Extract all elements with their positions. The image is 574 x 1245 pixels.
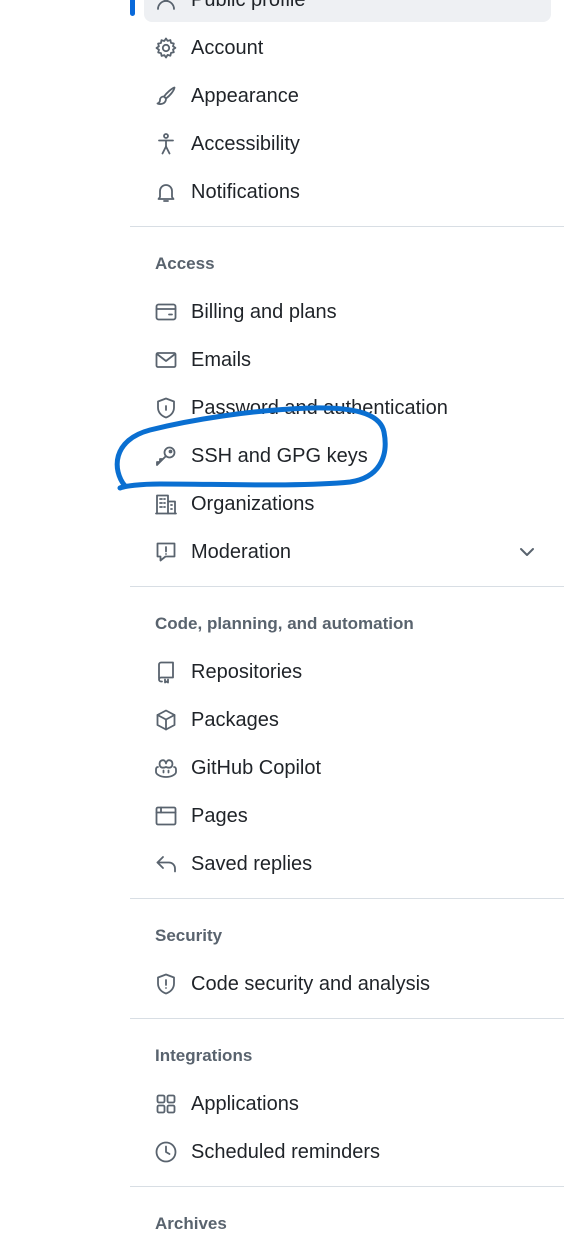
sidebar-item-label: Appearance — [191, 84, 299, 107]
repo-icon — [154, 660, 178, 684]
sidebar-item-label: Billing and plans — [191, 300, 337, 323]
paintbrush-icon — [154, 84, 178, 108]
apps-icon — [154, 1092, 178, 1116]
accessibility-icon — [154, 132, 178, 156]
sidebar-item-label: Password and authentication — [191, 396, 448, 419]
organization-icon — [154, 492, 178, 516]
sidebar-item-notifications[interactable]: Notifications — [144, 170, 551, 214]
sidebar-item-moderation[interactable]: Moderation — [144, 530, 551, 574]
sidebar-item-label: GitHub Copilot — [191, 756, 322, 779]
sidebar-item-label: Emails — [191, 348, 252, 371]
sidebar-item-label: Scheduled reminders — [191, 1140, 380, 1163]
settings-sidebar: Public profile Account Appearance Access… — [0, 0, 574, 1245]
sidebar-item-emails[interactable]: Emails — [144, 338, 551, 382]
sidebar-item-accessibility[interactable]: Accessibility — [144, 122, 551, 166]
credit-card-icon — [154, 300, 178, 324]
sidebar-item-label: Code security and analysis — [191, 972, 431, 995]
gear-icon — [154, 36, 178, 60]
section-divider — [130, 1186, 564, 1187]
mail-icon — [154, 348, 178, 372]
sidebar-item-label: Packages — [191, 708, 279, 731]
sidebar-item-label: Moderation — [191, 540, 292, 563]
sidebar-item-saved-replies[interactable]: Saved replies — [144, 842, 551, 886]
sidebar-item-ssh-gpg-keys[interactable]: SSH and GPG keys — [144, 434, 551, 478]
browser-icon — [154, 804, 178, 828]
sidebar-item-label: SSH and GPG keys — [191, 444, 368, 467]
copilot-icon — [154, 756, 178, 780]
section-heading-security: Security — [155, 926, 223, 945]
sidebar-item-repositories[interactable]: Repositories — [144, 650, 551, 694]
section-heading-access: Access — [155, 254, 215, 273]
section-heading-integrations: Integrations — [155, 1046, 253, 1065]
report-icon — [154, 540, 178, 564]
sidebar-item-label: Repositories — [191, 660, 303, 683]
sidebar-item-label: Public profile — [191, 0, 306, 12]
sidebar-item-label: Account — [191, 36, 264, 59]
sidebar-item-password-authentication[interactable]: Password and authentication — [144, 386, 551, 430]
section-heading-archives: Archives — [155, 1214, 227, 1233]
sidebar-item-appearance[interactable]: Appearance — [144, 74, 551, 118]
sidebar-item-label: Notifications — [191, 180, 300, 203]
sidebar-item-pages[interactable]: Pages — [144, 794, 551, 838]
sidebar-item-public-profile[interactable]: Public profile — [144, 0, 551, 22]
chevron-down-icon[interactable] — [517, 542, 537, 562]
sidebar-item-organizations[interactable]: Organizations — [144, 482, 551, 526]
bell-icon — [154, 180, 178, 204]
sidebar-item-github-copilot[interactable]: GitHub Copilot — [144, 746, 551, 790]
sidebar-item-scheduled-reminders[interactable]: Scheduled reminders — [144, 1130, 551, 1174]
sidebar-item-applications[interactable]: Applications — [144, 1082, 551, 1126]
section-divider — [130, 586, 564, 587]
sidebar-item-label: Organizations — [191, 492, 315, 515]
active-indicator — [130, 0, 135, 16]
clock-icon — [154, 1140, 178, 1164]
section-divider — [130, 1018, 564, 1019]
sidebar-item-label: Accessibility — [191, 132, 300, 155]
package-icon — [154, 708, 178, 732]
sidebar-item-packages[interactable]: Packages — [144, 698, 551, 742]
sidebar-item-label: Applications — [191, 1092, 299, 1115]
section-divider — [130, 898, 564, 899]
shield-icon — [154, 972, 178, 996]
shield-lock-icon — [154, 396, 178, 420]
key-icon — [154, 444, 178, 468]
person-icon — [154, 0, 178, 12]
sidebar-item-label: Pages — [191, 804, 248, 827]
reply-icon — [154, 852, 178, 876]
sidebar-item-code-security-analysis[interactable]: Code security and analysis — [144, 962, 551, 1006]
sidebar-item-account[interactable]: Account — [144, 26, 551, 70]
section-divider — [130, 226, 564, 227]
sidebar-item-label: Saved replies — [191, 852, 313, 875]
section-heading-code-planning-automation: Code, planning, and automation — [155, 614, 414, 633]
sidebar-item-billing[interactable]: Billing and plans — [144, 290, 551, 334]
